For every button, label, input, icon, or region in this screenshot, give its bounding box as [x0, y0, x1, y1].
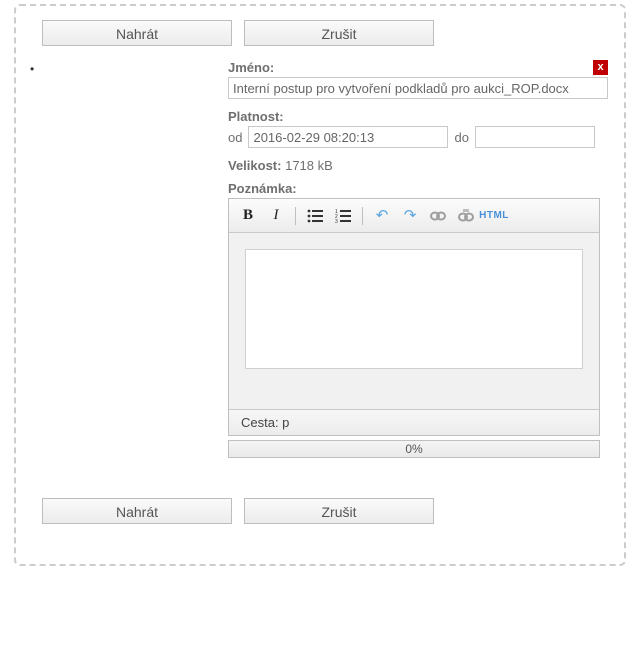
close-icon[interactable]: x	[593, 60, 608, 75]
size-label: Velikost:	[228, 158, 281, 173]
upload-panel: Nahrát Zrušit • Jméno: x Platnost: od	[14, 4, 626, 566]
cancel-button-bottom[interactable]: Zrušit	[244, 498, 434, 524]
toolbar-separator	[362, 207, 363, 225]
size-value: 1718 kB	[285, 158, 333, 173]
upload-button-bottom[interactable]: Nahrát	[42, 498, 232, 524]
editor-gap	[229, 385, 599, 409]
editor-toolbar: B I 123 ↶ ↷	[229, 199, 599, 233]
top-button-row: Nahrát Zrušit	[30, 20, 610, 46]
editor-path: Cesta: p	[229, 409, 599, 435]
redo-button[interactable]: ↷	[399, 205, 421, 227]
svg-text:3: 3	[335, 219, 338, 223]
toolbar-separator	[295, 207, 296, 225]
name-field: Jméno: x	[228, 60, 608, 99]
name-input[interactable]	[228, 77, 608, 99]
size-row: Velikost: 1718 kB	[228, 158, 608, 173]
valid-to-input[interactable]	[475, 126, 595, 148]
name-label: Jméno:	[228, 60, 274, 75]
content-area: • Jméno: x Platnost: od do	[30, 60, 610, 458]
progress-bar: 0%	[228, 440, 600, 458]
note-label: Poznámka:	[228, 181, 297, 196]
bottom-button-row: Nahrát Zrušit	[30, 498, 610, 524]
form-column: Jméno: x Platnost: od do Velikost: 171	[228, 60, 610, 458]
italic-button[interactable]: I	[265, 205, 287, 227]
from-label: od	[228, 130, 242, 145]
validity-label: Platnost:	[228, 109, 284, 124]
left-spacer	[42, 60, 228, 458]
html-source-button[interactable]: HTML	[483, 205, 505, 227]
editor-body	[229, 233, 599, 385]
ordered-list-button[interactable]: 123	[332, 205, 354, 227]
bold-button[interactable]: B	[237, 205, 259, 227]
cancel-button[interactable]: Zrušit	[244, 20, 434, 46]
list-bullet: •	[30, 60, 42, 458]
unlink-button[interactable]	[455, 205, 477, 227]
editor-canvas[interactable]	[245, 249, 583, 369]
validity-field: Platnost: od do	[228, 109, 608, 148]
link-button[interactable]	[427, 205, 449, 227]
to-label: do	[454, 130, 468, 145]
upload-button[interactable]: Nahrát	[42, 20, 232, 46]
undo-button[interactable]: ↶	[371, 205, 393, 227]
bullet-list-button[interactable]	[304, 205, 326, 227]
valid-from-input[interactable]	[248, 126, 448, 148]
rich-text-editor: B I 123 ↶ ↷	[228, 198, 600, 436]
progress-value: 0%	[405, 442, 422, 456]
